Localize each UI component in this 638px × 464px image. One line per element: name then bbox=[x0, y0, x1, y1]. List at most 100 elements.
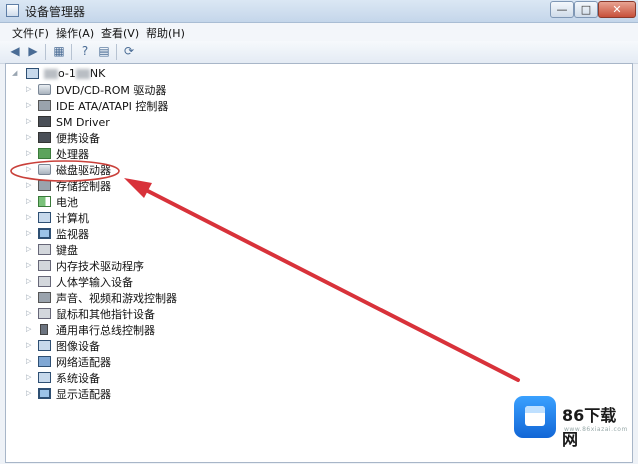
expand-icon[interactable]: ▷ bbox=[26, 357, 31, 365]
expand-icon[interactable]: ▷ bbox=[26, 293, 31, 301]
redacted-name-part bbox=[44, 69, 58, 79]
expand-icon[interactable]: ▷ bbox=[26, 373, 31, 381]
device-category-label: 电池 bbox=[56, 196, 78, 209]
device-manager-window: 设备管理器 — □ ✕ 文件(F) 操作(A) 查看(V) 帮助(H) ◀ ▶ … bbox=[0, 0, 638, 464]
expand-icon[interactable]: ▷ bbox=[26, 149, 31, 157]
device-category-label: 系统设备 bbox=[56, 372, 100, 385]
usb-device-icon bbox=[40, 324, 48, 335]
expand-icon[interactable]: ▷ bbox=[26, 85, 31, 93]
device-category-label: 监视器 bbox=[56, 228, 89, 241]
minimize-button[interactable]: — bbox=[550, 1, 574, 18]
device-category-row[interactable]: ▷ SM Driver bbox=[26, 115, 286, 130]
expand-icon[interactable]: ▷ bbox=[26, 117, 31, 125]
expand-icon[interactable]: ▷ bbox=[26, 245, 31, 253]
redacted-name-part bbox=[75, 69, 90, 79]
device-category-row[interactable]: ▷ 网络适配器 bbox=[26, 355, 286, 370]
device-category-label: 键盘 bbox=[56, 244, 78, 257]
expand-icon[interactable]: ▷ bbox=[26, 213, 31, 221]
device-category-label: 磁盘驱动器 bbox=[56, 164, 111, 177]
device-category-row[interactable]: ▷ 鼠标和其他指针设备 bbox=[26, 307, 286, 322]
device-category-label: 图像设备 bbox=[56, 340, 100, 353]
forward-arrow-icon[interactable]: ▶ bbox=[25, 44, 41, 59]
expand-icon[interactable]: ▷ bbox=[26, 341, 31, 349]
menu-file[interactable]: 文件(F) bbox=[12, 25, 49, 41]
toolbar-separator bbox=[116, 44, 117, 60]
pc-device-icon bbox=[38, 212, 51, 223]
disk-device-icon bbox=[38, 164, 51, 175]
chip-device-icon bbox=[38, 116, 51, 127]
help-icon[interactable]: ? bbox=[77, 44, 93, 59]
computer-name: o-1 NK bbox=[44, 67, 105, 80]
watermark-url: www.86xiazai.com bbox=[564, 426, 628, 433]
device-category-row[interactable]: ▷ 图像设备 bbox=[26, 339, 286, 354]
device-category-label: 计算机 bbox=[56, 212, 89, 225]
port-device-icon bbox=[38, 100, 51, 111]
device-category-row[interactable]: ▷ IDE ATA/ATAPI 控制器 bbox=[26, 99, 286, 114]
back-arrow-icon[interactable]: ◀ bbox=[7, 44, 23, 59]
device-category-row[interactable]: ▷ 监视器 bbox=[26, 227, 286, 242]
device-category-row[interactable]: ▷ 显示适配器 bbox=[26, 387, 286, 402]
device-category-row[interactable]: ▷ 磁盘驱动器 bbox=[26, 163, 286, 178]
device-category-label: IDE ATA/ATAPI 控制器 bbox=[56, 100, 169, 113]
expand-icon[interactable]: ▷ bbox=[26, 325, 31, 333]
scan-hardware-icon[interactable]: ⟳ bbox=[121, 44, 137, 59]
properties-icon[interactable]: ▤ bbox=[96, 44, 112, 59]
device-category-row[interactable]: ▷ 便携设备 bbox=[26, 131, 286, 146]
device-category-label: 网络适配器 bbox=[56, 356, 111, 369]
show-hide-console-icon[interactable]: ▦ bbox=[51, 44, 67, 59]
maximize-button[interactable]: □ bbox=[574, 1, 598, 18]
gray-device-icon bbox=[38, 276, 51, 287]
toolbar: ◀ ▶ ▦ ? ▤ ⟳ bbox=[0, 41, 638, 64]
gray-device-icon bbox=[38, 260, 51, 271]
device-category-label: SM Driver bbox=[56, 116, 110, 129]
expand-icon[interactable]: ▷ bbox=[26, 133, 31, 141]
title-bar: 设备管理器 — □ ✕ bbox=[0, 0, 638, 23]
expand-icon[interactable]: ▷ bbox=[26, 261, 31, 269]
device-category-row[interactable]: ▷ 存储控制器 bbox=[26, 179, 286, 194]
device-category-row[interactable]: ▷ 内存技术驱动程序 bbox=[26, 259, 286, 274]
toolbar-separator bbox=[45, 44, 46, 60]
device-category-label: DVD/CD-ROM 驱动器 bbox=[56, 84, 167, 97]
device-category-row[interactable]: ▷ 通用串行总线控制器 bbox=[26, 323, 286, 338]
tree-root-computer[interactable]: ◢ o-1 NK bbox=[12, 67, 212, 82]
expand-icon[interactable]: ▷ bbox=[26, 197, 31, 205]
expand-icon[interactable]: ▷ bbox=[26, 101, 31, 109]
gray-device-icon bbox=[38, 244, 51, 255]
window-title: 设备管理器 bbox=[25, 5, 86, 19]
device-category-row[interactable]: ▷ 计算机 bbox=[26, 211, 286, 226]
device-category-label: 处理器 bbox=[56, 148, 89, 161]
device-category-row[interactable]: ▷ 系统设备 bbox=[26, 371, 286, 386]
menu-view[interactable]: 查看(V) bbox=[101, 25, 139, 41]
close-button[interactable]: ✕ bbox=[598, 1, 636, 18]
expand-icon[interactable]: ▷ bbox=[26, 229, 31, 237]
device-category-row[interactable]: ▷ DVD/CD-ROM 驱动器 bbox=[26, 83, 286, 98]
device-category-row[interactable]: ▷ 处理器 bbox=[26, 147, 286, 162]
disk-device-icon bbox=[38, 84, 51, 95]
device-category-label: 便携设备 bbox=[56, 132, 100, 145]
pc-device-icon bbox=[38, 340, 51, 351]
expand-icon[interactable]: ▷ bbox=[26, 309, 31, 317]
device-category-label: 显示适配器 bbox=[56, 388, 111, 401]
device-category-row[interactable]: ▷ 键盘 bbox=[26, 243, 286, 258]
expand-icon[interactable]: ▷ bbox=[26, 389, 31, 397]
toolbar-separator bbox=[71, 44, 72, 60]
expand-icon[interactable]: ▷ bbox=[26, 165, 31, 173]
device-category-row[interactable]: ▷ 声音、视频和游戏控制器 bbox=[26, 291, 286, 306]
device-category-label: 声音、视频和游戏控制器 bbox=[56, 292, 177, 305]
chip-device-icon bbox=[38, 132, 51, 143]
expand-icon[interactable]: ▷ bbox=[26, 277, 31, 285]
expand-icon[interactable]: ▷ bbox=[26, 181, 31, 189]
port-device-icon bbox=[38, 180, 51, 191]
gray-device-icon bbox=[38, 308, 51, 319]
device-category-label: 通用串行总线控制器 bbox=[56, 324, 155, 337]
menu-bar: 文件(F) 操作(A) 查看(V) 帮助(H) bbox=[0, 23, 638, 41]
device-category-label: 内存技术驱动程序 bbox=[56, 260, 144, 273]
device-category-row[interactable]: ▷ 人体学输入设备 bbox=[26, 275, 286, 290]
watermark: 86下载网 www.86xiazai.com bbox=[506, 384, 628, 452]
device-manager-app-icon bbox=[6, 4, 19, 17]
device-category-row[interactable]: ▷ 电池 bbox=[26, 195, 286, 210]
watermark-cube-top bbox=[525, 406, 545, 413]
collapse-icon[interactable]: ◢ bbox=[12, 69, 17, 77]
menu-action[interactable]: 操作(A) bbox=[56, 25, 94, 41]
menu-help[interactable]: 帮助(H) bbox=[146, 25, 185, 41]
